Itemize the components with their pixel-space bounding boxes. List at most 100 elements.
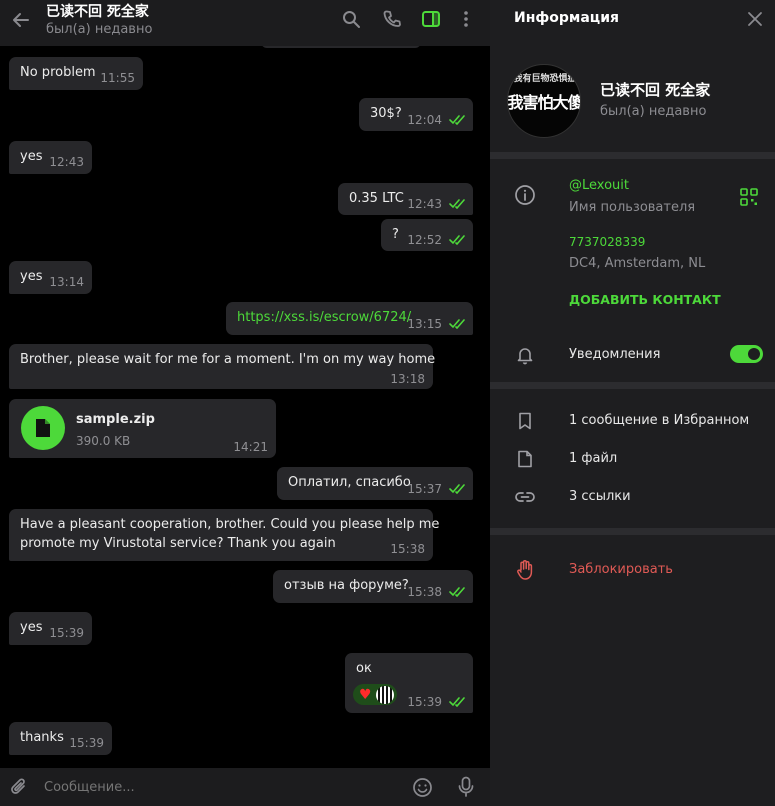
message-time: 15:37 (407, 482, 442, 496)
saved-messages-item[interactable]: 1 сообщение в Избранном (569, 413, 749, 428)
message-input[interactable] (44, 778, 394, 796)
qr-code-icon[interactable] (740, 188, 758, 206)
more-vertical-icon[interactable] (455, 8, 477, 30)
info-panel-title: Информация (514, 10, 619, 26)
notifications-label: Уведомления (569, 347, 661, 362)
section-divider (490, 152, 775, 159)
chat-title[interactable]: 已读不回 死全家 (46, 1, 149, 21)
message-text: thanks (20, 730, 64, 745)
reactor-avatar (375, 685, 394, 704)
message-time: 12:52 (407, 233, 442, 247)
message-text: No problem (20, 65, 96, 80)
emoji-icon[interactable] (412, 777, 433, 798)
back-arrow-icon[interactable] (10, 9, 32, 31)
message-text: ? (392, 227, 399, 242)
bell-icon (514, 344, 536, 366)
message-time: 15:39 (69, 736, 104, 750)
toggle-knob (748, 348, 760, 360)
double-check-icon (449, 319, 465, 329)
chat-status: был(а) недавно (46, 22, 153, 37)
username-link[interactable]: @Lexouit (569, 178, 629, 193)
avatar[interactable]: 我有巨物恐惧症 我害怕大傻 (507, 64, 581, 138)
double-check-icon (449, 199, 465, 209)
chat-header: 已读不回 死全家 был(а) недавно (0, 0, 490, 46)
message-outgoing[interactable]: отзыв на форуме? 15:38 (273, 570, 473, 603)
message-text: yes (20, 269, 43, 284)
message-time: 12:43 (49, 155, 84, 169)
info-panel: Информация 我有巨物恐惧症 我害怕大傻 已读不回 死全家 был(а)… (490, 0, 775, 806)
message-text: yes (20, 620, 43, 635)
message-text: Brother, please wait for me for a moment… (20, 352, 436, 367)
message-composer (0, 768, 490, 806)
message-link[interactable]: https://xss.is/escrow/6724/ (237, 310, 411, 325)
message-incoming[interactable]: yes 12:43 (9, 141, 92, 174)
close-icon[interactable] (746, 10, 764, 28)
avatar-text-top: 我有巨物恐惧症 (513, 74, 577, 84)
links-item[interactable]: 3 ссылки (569, 489, 631, 504)
data-center-location: DC4, Amsterdam, NL (569, 256, 706, 271)
message-time: 12:04 (407, 113, 442, 127)
message-text: Оплатил, спасибо (288, 475, 411, 490)
message-time: 13:14 (49, 275, 84, 289)
section-divider (490, 382, 775, 389)
message-text-line1: Have a pleasant cooperation, brother. Co… (20, 517, 440, 532)
message-text: yes (20, 149, 43, 164)
message-outgoing[interactable]: ? 12:52 (381, 219, 473, 251)
file-size: 390.0 KB (76, 434, 131, 448)
message-time: 13:18 (390, 372, 425, 386)
reaction-chip[interactable]: ♥ (353, 684, 397, 705)
message-time: 15:38 (390, 542, 425, 556)
message-outgoing[interactable]: https://xss.is/escrow/6724/ 13:15 (226, 302, 473, 335)
message-incoming[interactable]: Brother, please wait for me for a moment… (9, 344, 436, 389)
search-icon[interactable] (340, 8, 362, 30)
message-time: 15:39 (407, 695, 442, 709)
message-incoming[interactable]: thanks 15:39 (9, 722, 112, 755)
block-user-button[interactable]: Заблокировать (569, 562, 673, 577)
bookmark-icon (514, 410, 536, 432)
notifications-toggle[interactable] (730, 345, 763, 363)
message-time: 12:43 (407, 197, 442, 211)
paperclip-icon[interactable] (9, 777, 29, 797)
avatar-text-main: 我害怕大傻 (507, 93, 581, 112)
message-time: 11:55 (100, 71, 135, 85)
hand-stop-icon (514, 559, 536, 581)
double-check-icon (449, 697, 465, 707)
file-name[interactable]: sample.zip (76, 412, 155, 427)
message-time: 15:39 (49, 626, 84, 640)
info-icon (514, 184, 536, 206)
message-time: 14:21 (233, 440, 268, 454)
heart-reaction-icon: ♥ (359, 686, 372, 703)
profile-name: 已读不回 死全家 (600, 81, 711, 99)
double-check-icon (449, 115, 465, 125)
double-check-icon (449, 484, 465, 494)
message-outgoing[interactable]: 0.35 LTC 12:43 (338, 183, 473, 215)
message-incoming[interactable]: No problem 11:55 (9, 57, 143, 90)
section-divider (490, 528, 775, 535)
chat-pane: 已读不回 死全家 был(а) недавно No problem 11:55… (0, 0, 490, 806)
message-text-line2: promote my Virustotal service? Thank you… (20, 536, 336, 551)
message-outgoing[interactable]: 30$? 12:04 (359, 98, 473, 131)
username-label: Имя пользователя (569, 200, 696, 215)
microphone-icon[interactable] (456, 776, 476, 798)
message-outgoing[interactable]: ок ♥ 15:39 (345, 653, 473, 713)
double-check-icon (449, 587, 465, 597)
file-icon[interactable] (21, 406, 65, 450)
phone-icon[interactable] (381, 8, 403, 30)
file-icon (514, 448, 536, 470)
link-icon (514, 486, 536, 508)
message-file[interactable]: sample.zip 390.0 KB 14:21 (9, 399, 276, 458)
message-text: отзыв на форуме? (284, 578, 409, 593)
phone-number[interactable]: 7737028339 (569, 235, 645, 249)
message-time: 15:38 (407, 585, 442, 599)
profile-status: был(а) недавно (600, 104, 707, 119)
message-text: 30$? (370, 106, 402, 121)
message-incoming[interactable]: Have a pleasant cooperation, brother. Co… (9, 509, 439, 561)
message-incoming[interactable]: yes 13:14 (9, 261, 92, 294)
message-outgoing[interactable]: Оплатил, спасибо 15:37 (277, 467, 473, 500)
add-contact-button[interactable]: ДОБАВИТЬ КОНТАКТ (569, 292, 721, 307)
sidebar-toggle-icon[interactable] (420, 8, 442, 30)
message-time: 13:15 (407, 317, 442, 331)
files-item[interactable]: 1 файл (569, 451, 617, 466)
message-incoming[interactable]: yes 15:39 (9, 612, 92, 645)
message-text: 0.35 LTC (349, 191, 404, 206)
